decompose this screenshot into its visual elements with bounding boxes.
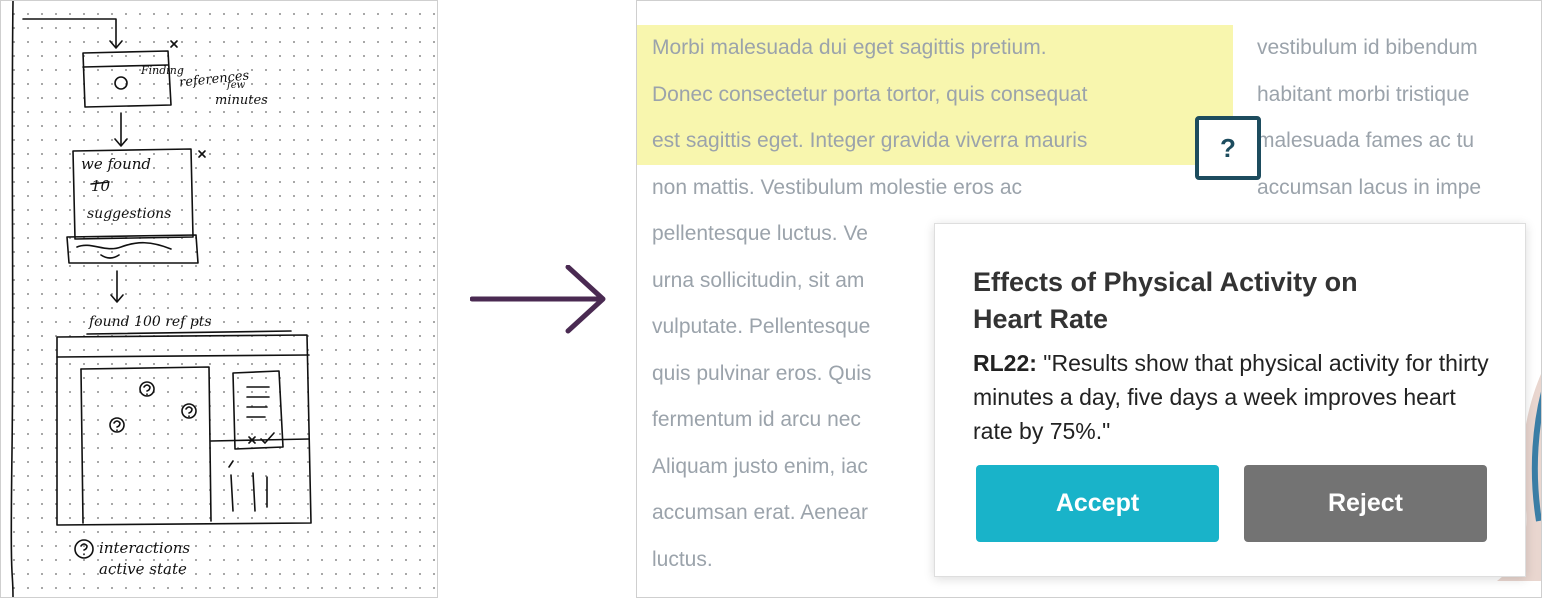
card2-label-2: 10: [91, 177, 111, 195]
highlighted-line[interactable]: est sagittis eget. Integer gravida viver…: [637, 118, 1233, 165]
card2-label-3: suggestions: [87, 206, 172, 222]
sketch-panel: Finding references few minutes we found …: [0, 0, 438, 598]
text-line: non mattis. Vestibulum molestie eros ac: [652, 175, 1023, 199]
card1-label-3: few: [227, 80, 246, 91]
help-button[interactable]: ?: [1195, 116, 1261, 180]
sketch-drawing: [10, 1, 312, 597]
reject-button[interactable]: Reject: [1244, 465, 1487, 542]
reference-quote: "Results show that physical activity for…: [973, 350, 1489, 444]
footnote-line-1: interactions: [99, 539, 191, 557]
card1-label-1: Finding: [141, 64, 184, 77]
card2-label-1: we found: [81, 155, 151, 173]
highlighted-line[interactable]: Morbi malesuada dui eget sagittis pretiu…: [637, 25, 1233, 72]
accept-button[interactable]: Accept: [976, 465, 1219, 542]
text-line: malesuada fames ac tu: [1257, 129, 1475, 152]
card1-label-4: minutes: [215, 93, 268, 108]
screen-caption: found 100 ref pts: [89, 314, 212, 330]
reference-code: RL22:: [973, 350, 1044, 376]
footnote-line-2: active state: [99, 560, 187, 578]
highlighted-line[interactable]: Donec consectetur porta tortor, quis con…: [637, 71, 1233, 118]
article-column-right: vestibulum id bibendum habitant morbi tr…: [1257, 25, 1541, 211]
mockup-panel: Morbi malesuada dui eget sagittis pretiu…: [636, 0, 1542, 598]
popover-body: RL22: "Results show that physical activi…: [973, 346, 1493, 448]
text-line: habitant morbi tristique: [1257, 82, 1470, 106]
text-line: accumsan lacus in impe: [1257, 175, 1482, 199]
popover-title: Effects of Physical Activity on Heart Ra…: [973, 267, 1358, 334]
reference-popover: Effects of Physical Activity on Heart Ra…: [934, 223, 1526, 577]
arrow-right-icon: [470, 265, 606, 334]
text-line: vestibulum id bibendum: [1257, 36, 1478, 59]
